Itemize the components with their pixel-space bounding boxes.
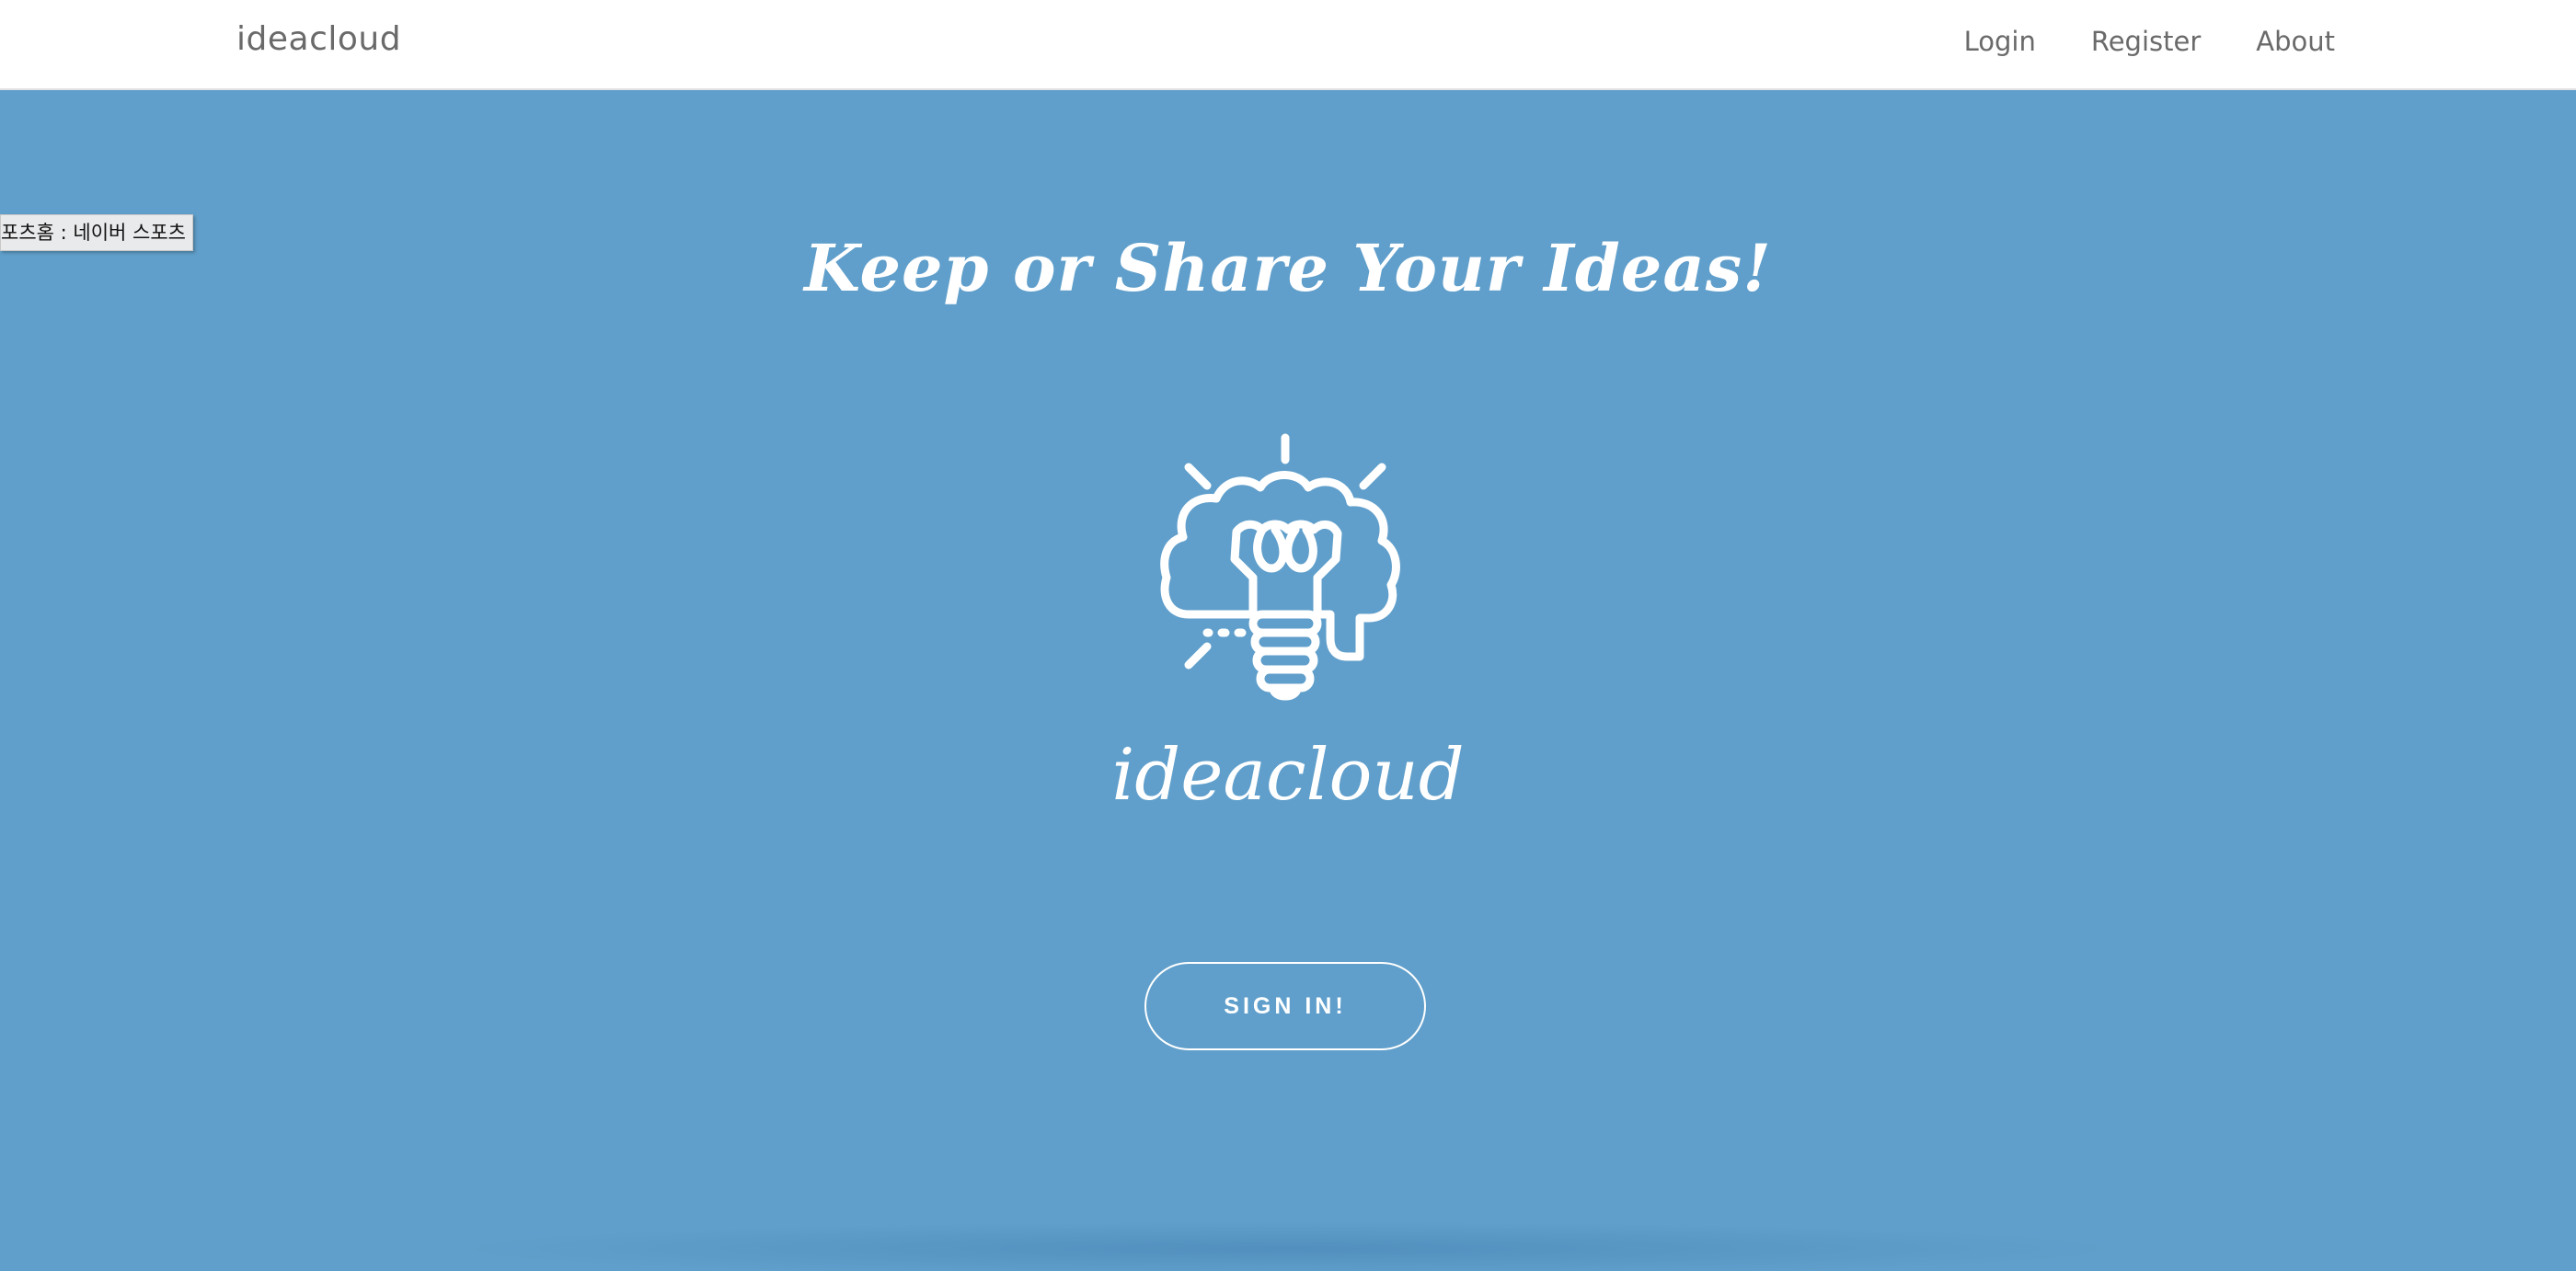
lightbulb-brain-cloud-icon [1152, 430, 1419, 725]
nav-about-link[interactable]: About [2256, 26, 2335, 57]
hero-bottom-shadow [442, 1221, 2134, 1271]
navbar: ideacloud Login Register About [0, 0, 2576, 90]
logo-wordmark: ideacloud [1111, 734, 1465, 817]
nav-links: Login Register About [1964, 26, 2335, 57]
nav-login-link[interactable]: Login [1964, 26, 2036, 57]
brand-link[interactable]: ideacloud [236, 20, 401, 58]
sign-in-button[interactable]: SIGN IN! [1144, 962, 1426, 1050]
hero-headline: Keep or Share Your Ideas! [804, 230, 1772, 306]
hero-section: 포츠홈 : 네이버 스포츠 Keep or Share Your Ideas! [0, 90, 2576, 1271]
nav-register-link[interactable]: Register [2091, 26, 2201, 57]
